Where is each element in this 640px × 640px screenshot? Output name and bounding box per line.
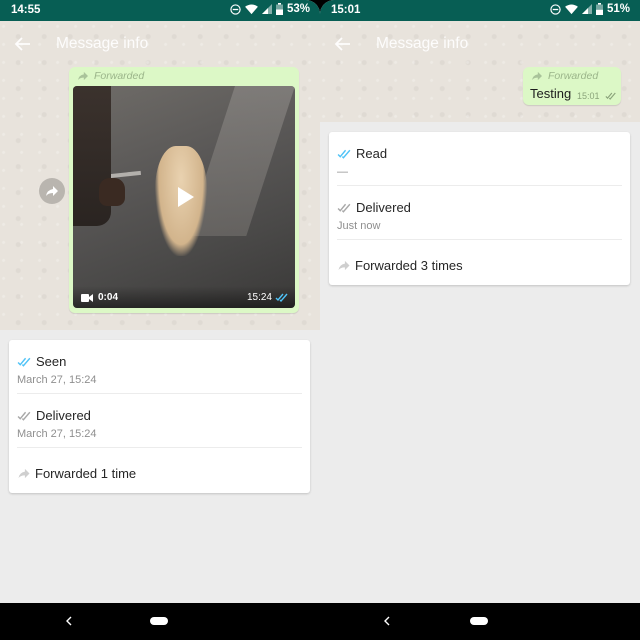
double-check-blue-icon <box>337 149 352 159</box>
info-label: Forwarded 1 time <box>35 466 136 481</box>
arrow-back-icon[interactable] <box>14 35 32 53</box>
forward-message-button[interactable] <box>39 178 65 204</box>
message-text: Testing <box>530 86 571 101</box>
info-row-delivered: Delivered Just now <box>337 186 622 240</box>
forward-icon <box>337 260 351 271</box>
video-duration: 0:04 <box>98 292 118 303</box>
double-check-gray-icon <box>605 92 617 100</box>
info-detail: — <box>337 166 348 178</box>
message-bubble-text[interactable]: Forwarded Testing 15:01 <box>523 67 621 105</box>
wifi-icon <box>565 4 578 15</box>
info-detail: Just now <box>337 220 380 232</box>
cell-signal-icon <box>262 4 272 14</box>
system-navigation-bar <box>0 603 640 640</box>
nav-home-pill[interactable] <box>150 617 168 625</box>
message-info-card: Read — Delivered Just now Forwarded 3 ti… <box>329 132 630 285</box>
forwarded-label: Forwarded <box>531 70 598 82</box>
forward-icon <box>45 185 59 197</box>
info-label: Delivered <box>36 408 91 423</box>
battery-percent: 51% <box>607 3 630 15</box>
double-check-gray-icon <box>337 203 352 213</box>
info-label: Read <box>356 146 387 161</box>
info-label: Delivered <box>356 200 411 215</box>
info-label: Seen <box>36 354 66 369</box>
nav-back-icon[interactable] <box>65 616 73 626</box>
info-row-read: Read — <box>337 132 622 186</box>
video-thumbnail[interactable]: 0:04 15:24 <box>73 86 295 308</box>
page-title: Message info <box>376 35 468 53</box>
app-bar: Message info <box>0 21 320 67</box>
status-bar: 14:55 53% <box>0 0 320 21</box>
message-info-card: Seen March 27, 15:24 Delivered March 27,… <box>9 340 310 493</box>
double-check-blue-icon <box>275 293 289 302</box>
info-row-forwarded: Forwarded 3 times <box>337 240 622 293</box>
forward-icon <box>17 468 31 479</box>
double-check-gray-icon <box>17 411 32 421</box>
nav-home-pill[interactable] <box>470 617 488 625</box>
battery-icon <box>596 3 603 15</box>
info-detail: March 27, 15:24 <box>17 374 97 386</box>
video-camera-icon <box>81 294 93 302</box>
app-bar: Message info <box>320 21 640 67</box>
status-time: 14:55 <box>11 4 40 16</box>
nav-back-icon[interactable] <box>383 616 391 626</box>
message-timestamp: 15:24 <box>247 292 272 303</box>
info-row-seen: Seen March 27, 15:24 <box>17 340 302 394</box>
page-title: Message info <box>56 35 148 53</box>
cell-signal-icon <box>582 4 592 14</box>
info-detail: March 27, 15:24 <box>17 428 97 440</box>
info-row-delivered: Delivered March 27, 15:24 <box>17 394 302 448</box>
wifi-icon <box>245 4 258 15</box>
play-icon[interactable] <box>167 180 201 214</box>
info-label: Forwarded 3 times <box>355 258 463 273</box>
forward-icon <box>77 71 89 81</box>
double-check-blue-icon <box>17 357 32 367</box>
status-time: 15:01 <box>331 4 360 16</box>
message-bubble-video[interactable]: Forwarded 0:04 15:24 <box>69 67 299 313</box>
info-row-forwarded: Forwarded 1 time <box>17 448 302 501</box>
phone-screen-left: 14:55 53% Message info Forwarded <box>0 0 320 603</box>
status-bar: 15:01 51% <box>320 0 640 21</box>
message-timestamp: 15:01 <box>577 91 600 101</box>
do-not-disturb-icon <box>230 4 241 15</box>
do-not-disturb-icon <box>550 4 561 15</box>
forward-icon <box>531 71 543 81</box>
battery-icon <box>276 3 283 15</box>
forwarded-label: Forwarded <box>77 70 144 82</box>
battery-percent: 53% <box>287 3 310 15</box>
phone-screen-right: 15:01 51% Message info Forwarded Testing… <box>320 0 640 603</box>
arrow-back-icon[interactable] <box>334 35 352 53</box>
